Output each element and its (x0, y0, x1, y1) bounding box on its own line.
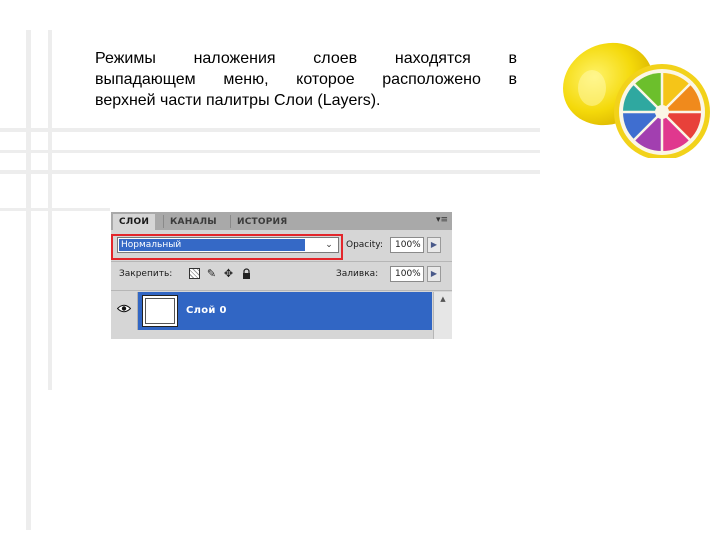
tab-channels[interactable]: КАНАЛЫ (164, 214, 223, 230)
tab-layers[interactable]: СЛОИ (113, 214, 156, 230)
lock-brush-icon[interactable]: ✎ (206, 268, 217, 279)
layer-name: Слой 0 (186, 305, 227, 316)
eye-icon (117, 304, 131, 313)
panel-tab-bar: СЛОИ КАНАЛЫ ИСТОРИЯ ▾≡ (111, 212, 452, 230)
lock-transparent-pixels-icon[interactable] (189, 268, 200, 279)
lock-move-icon[interactable]: ✥ (223, 268, 234, 279)
tab-history[interactable]: ИСТОРИЯ (231, 214, 293, 230)
slide-text-line: верхней части палитры Слои (Layers). (95, 92, 381, 109)
blend-row: Нормальный ⌄ Opacity: 100% ▶ (111, 234, 452, 260)
opacity-label: Opacity: (346, 240, 383, 250)
fill-label: Заливка: (336, 269, 379, 279)
divider (111, 290, 452, 291)
panel-menu-icon[interactable]: ▾≡ (436, 215, 448, 225)
slide-text-line: выпадающем меню, которое расположено в (95, 71, 517, 88)
decor-stripe (0, 208, 110, 211)
slide-text-line: Режимы наложения слоев находятся в (95, 50, 517, 67)
opacity-input[interactable]: 100% (390, 237, 424, 253)
rainbow-lemon-image (563, 42, 710, 158)
lock-row: Закрепить: ✎ ✥ Заливка: 100% ▶ (111, 263, 452, 287)
decor-stripe (0, 150, 540, 153)
layer-row[interactable]: Слой 0 (111, 292, 452, 330)
lock-all-icon[interactable] (241, 268, 252, 279)
decor-stripe (0, 170, 540, 174)
layers-panel: СЛОИ КАНАЛЫ ИСТОРИЯ ▾≡ Нормальный ⌄ Opac… (111, 212, 452, 339)
fill-input[interactable]: 100% (390, 266, 424, 282)
lock-label: Закрепить: (119, 269, 173, 279)
scrollbar[interactable]: ▲ (433, 292, 452, 339)
scroll-up-icon[interactable]: ▲ (437, 294, 449, 304)
panel-bottom (111, 330, 433, 339)
highlight-frame (111, 234, 343, 260)
visibility-toggle[interactable] (111, 292, 138, 330)
layer-thumbnail (142, 295, 178, 327)
divider (111, 261, 452, 262)
decor-stripe (26, 30, 31, 530)
fill-arrow-icon[interactable]: ▶ (427, 266, 441, 282)
decor-stripe (0, 128, 540, 132)
slide-text: Режимы наложения слоев находятся в выпад… (95, 48, 517, 111)
opacity-arrow-icon[interactable]: ▶ (427, 237, 441, 253)
layer-selected[interactable]: Слой 0 (138, 292, 432, 330)
